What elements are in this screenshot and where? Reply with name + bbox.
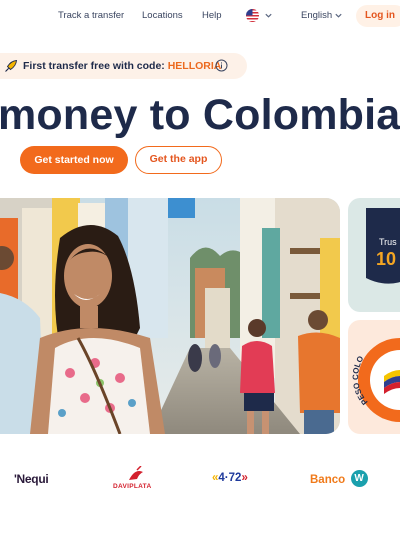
promo-prefix: First transfer free with code: xyxy=(23,60,168,72)
country-selector[interactable] xyxy=(246,8,276,24)
nav-help-link[interactable]: Help xyxy=(202,10,222,21)
info-icon[interactable] xyxy=(215,59,228,72)
get-the-app-button[interactable]: Get the app xyxy=(135,146,222,174)
us-flag-icon xyxy=(246,9,259,22)
get-started-button[interactable]: Get started now xyxy=(20,146,128,174)
top-navigation: Track a transfer Locations Help English … xyxy=(0,0,400,32)
partner-logos: 'Nequi DAVIPLATA «4·72» Banco W xyxy=(0,460,400,500)
login-button[interactable]: Log in xyxy=(356,5,400,27)
banco-w-logo: Banco W xyxy=(310,470,368,490)
rocket-icon xyxy=(5,60,17,72)
chevron-down-icon xyxy=(265,13,272,18)
nequi-logo: 'Nequi xyxy=(14,472,49,486)
banco-w-mark: W xyxy=(350,470,368,488)
472-text: 4·72 xyxy=(218,472,242,484)
daviplata-mark-icon xyxy=(129,465,143,480)
promo-code: HELLORIA xyxy=(167,60,222,72)
trust-number: 10 xyxy=(376,249,397,269)
daviplata-logo: DAVIPLATA xyxy=(113,465,157,494)
language-label: English xyxy=(301,10,333,21)
svg-text:PESO COLO: PESO COLO xyxy=(351,354,369,406)
hero-photo xyxy=(0,198,340,434)
peso-badge-text: PESO COLO xyxy=(351,354,369,406)
472-logo: «4·72» xyxy=(212,472,248,484)
peso-card: PESO COLO xyxy=(348,320,400,434)
trust-text: Trus xyxy=(379,237,397,247)
promo-banner: First transfer free with code: HELLORIA xyxy=(0,53,247,79)
nav-track-transfer-link[interactable]: Track a transfer xyxy=(58,10,124,21)
trust-card: Trus 10 xyxy=(348,198,400,312)
daviplata-text: DAVIPLATA xyxy=(113,483,152,490)
banco-text: Banco xyxy=(310,474,346,486)
promo-text: First transfer free with code: HELLORIA xyxy=(23,60,221,72)
nav-locations-link[interactable]: Locations xyxy=(142,10,183,21)
472-right-mark: » xyxy=(241,472,248,484)
chevron-down-icon xyxy=(335,13,342,18)
page-headline: money to Colombia xyxy=(0,91,400,139)
language-selector[interactable]: English xyxy=(301,10,342,21)
